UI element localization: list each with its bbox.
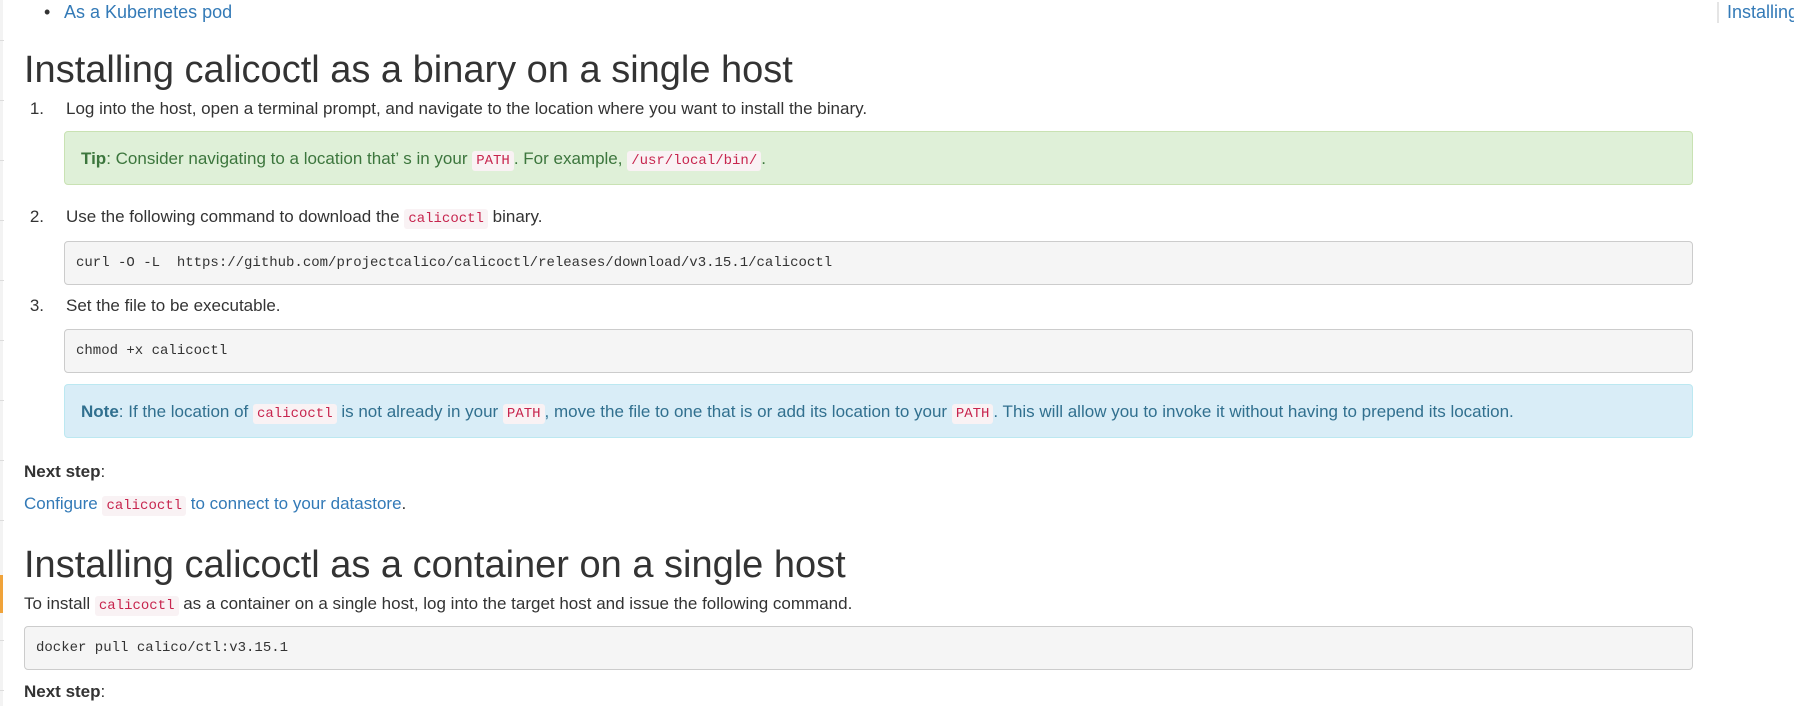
step-text: Use the following command to download th… [66, 207, 405, 226]
step-text: Set the file to be executable. [66, 296, 281, 315]
tip-callout: Tip: Consider navigating to a location t… [64, 131, 1693, 185]
section-heading-container: Installing calicoctl as a container on a… [24, 544, 846, 586]
tip-text: . For example, [513, 149, 628, 168]
note-text: . This will allow you to invoke it witho… [993, 402, 1514, 421]
note-text: : If the location of [118, 402, 253, 421]
tip-text: . [761, 149, 766, 168]
step-3: 3. Set the file to be executable. [30, 294, 281, 318]
inline-code: PATH [951, 404, 994, 424]
configure-paragraph: Configure calicoctl to connect to your d… [24, 492, 406, 518]
inline-code: calicoctl [102, 496, 187, 516]
inline-code: PATH [502, 404, 545, 424]
step-number: 2. [29, 207, 44, 226]
section-heading-binary: Installing calicoctl as a binary on a si… [24, 49, 793, 91]
tip-label: Tip [81, 149, 107, 168]
note-label: Note [81, 402, 119, 421]
note-callout: Note: If the location of calicoctl is no… [64, 384, 1693, 438]
toc-link-installing[interactable]: Installing [1717, 2, 1794, 23]
next-step-colon: : [100, 462, 106, 481]
step-2: 2. Use the following command to download… [30, 205, 543, 231]
inline-code: PATH [472, 151, 514, 171]
left-nav-active-indicator [0, 575, 3, 613]
configure-datastore-link[interactable]: Configure calicoctl to connect to your d… [24, 494, 402, 516]
inline-code: calicoctl [252, 404, 337, 424]
next-step-colon: : [100, 682, 106, 701]
step-number: 1. [29, 99, 44, 118]
next-step-label-2: Next step: [24, 680, 105, 704]
inline-code: calicoctl [404, 209, 488, 229]
code-block-download[interactable]: curl -O -L https://github.com/projectcal… [64, 241, 1693, 285]
list-item: As a Kubernetes pod [44, 0, 232, 24]
kubernetes-pod-link[interactable]: As a Kubernetes pod [64, 2, 232, 22]
next-step-label: Next step: [24, 460, 105, 484]
next-step-bold: Next step [24, 682, 101, 701]
link-text: to connect to your datastore [186, 494, 402, 513]
note-text: is not already in your [336, 402, 503, 421]
step-number: 3. [29, 296, 44, 315]
intro-text: as a container on a single host, log int… [178, 594, 853, 613]
tip-text: : Consider navigating to a location that… [106, 149, 473, 168]
code-block-docker[interactable]: docker pull calico/ctl:v3.15.1 [24, 626, 1693, 670]
intro-text: To install [24, 594, 95, 613]
docs-page: Installing As a Kubernetes pod Installin… [0, 0, 1794, 706]
code-block-chmod[interactable]: chmod +x calicoctl [64, 329, 1693, 373]
step-text: binary. [487, 207, 543, 226]
container-intro: To install calicoctl as a container on a… [24, 592, 852, 618]
note-text: , move the file to one that is or add it… [544, 402, 952, 421]
inline-code: /usr/local/bin/ [627, 151, 762, 171]
link-text: Configure [24, 494, 103, 513]
period: . [401, 494, 407, 513]
next-step-bold: Next step [24, 462, 101, 481]
step-text: Log into the host, open a terminal promp… [66, 99, 868, 118]
step-1: 1. Log into the host, open a terminal pr… [30, 97, 868, 121]
inline-code: calicoctl [94, 596, 179, 616]
